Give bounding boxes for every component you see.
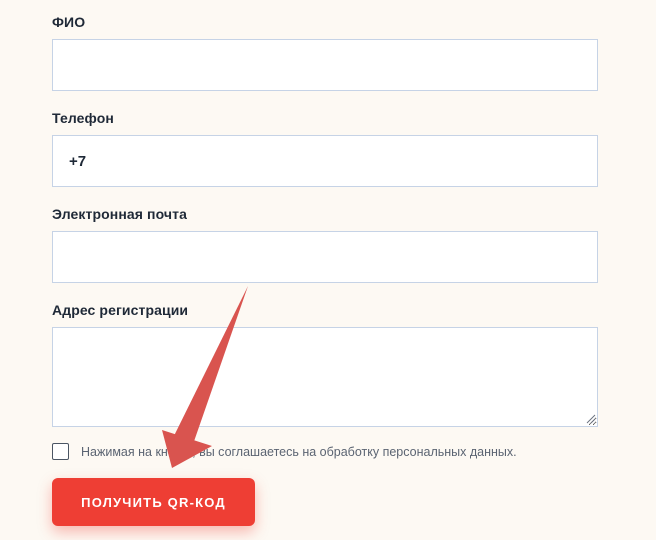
consent-text: Нажимая на кнопку, вы соглашаетесь на об…: [81, 445, 517, 459]
email-input[interactable]: [52, 231, 598, 283]
consent-checkbox[interactable]: [52, 443, 69, 460]
address-textarea[interactable]: [52, 327, 598, 427]
fio-label: ФИО: [52, 14, 86, 30]
email-label: Электронная почта: [52, 206, 187, 222]
phone-input[interactable]: [52, 135, 598, 187]
get-qr-code-button[interactable]: ПОЛУЧИТЬ QR-КОД: [52, 478, 255, 526]
fio-input[interactable]: [52, 39, 598, 91]
phone-label: Телефон: [52, 110, 114, 126]
address-label: Адрес регистрации: [52, 302, 189, 318]
